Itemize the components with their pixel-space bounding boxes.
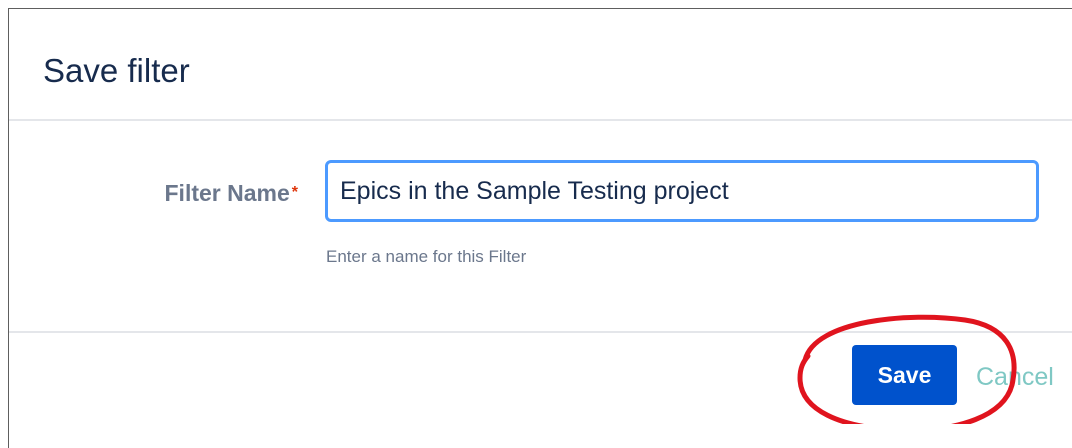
filter-name-label-text: Filter Name [164,180,290,206]
filter-name-label: Filter Name * [100,178,299,208]
required-marker: * [291,184,298,201]
filter-name-input[interactable] [325,160,1039,222]
dialog-title: Save filter [43,52,190,89]
cancel-link[interactable]: Cancel [976,362,1054,392]
filter-name-help-text: Enter a name for this Filter [326,247,527,266]
save-button[interactable]: Save [852,345,957,405]
dialog-header: Save filter [9,9,1072,121]
